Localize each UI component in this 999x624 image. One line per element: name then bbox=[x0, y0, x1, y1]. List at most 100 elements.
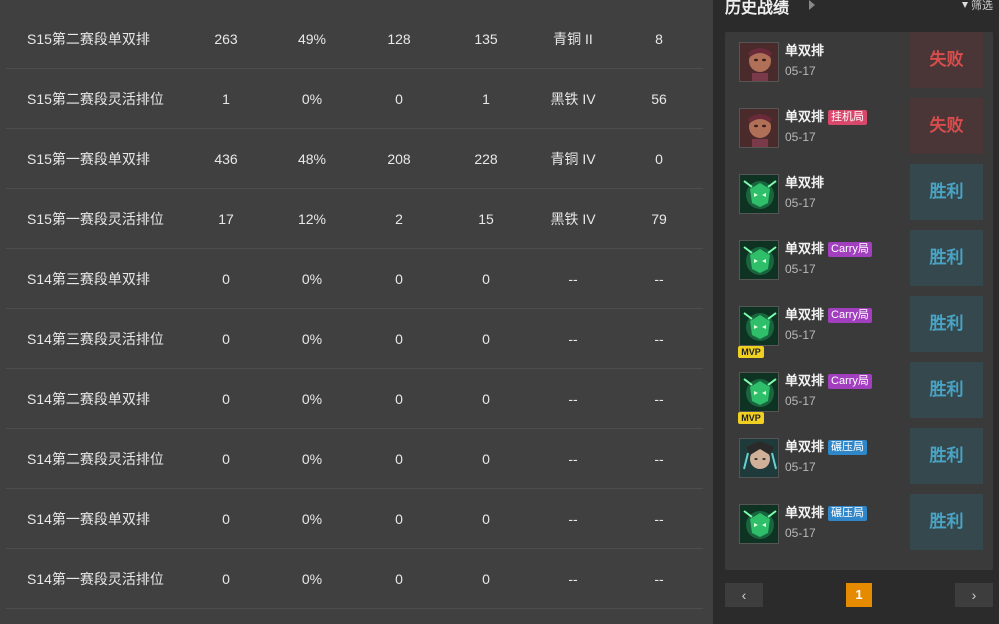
queue-type: 单双排 bbox=[785, 172, 824, 191]
win-rate: 0% bbox=[301, 391, 323, 407]
games-count: 0 bbox=[222, 451, 230, 467]
rank-tier: -- bbox=[568, 271, 578, 287]
match-history-panel: 历史战绩 筛选 单双排 05-17 失败 单双排 挂机局 05-17 失败 单双排 05-17 胜… bbox=[713, 0, 999, 624]
match-item[interactable]: MVP 单双排 Carry局 05-17 胜利 bbox=[725, 288, 993, 358]
season-name: S14第二赛段灵活排位 bbox=[27, 451, 164, 467]
prev-page-button[interactable]: ‹ bbox=[725, 583, 763, 607]
losses-count: 228 bbox=[474, 151, 498, 167]
wins-count: 0 bbox=[395, 571, 403, 587]
elise-icon bbox=[739, 438, 779, 478]
wins-count: 0 bbox=[395, 91, 403, 107]
wins-count: 0 bbox=[395, 451, 403, 467]
season-row[interactable]: S14第三赛段单双排 0 0% 0 0 -- -- bbox=[6, 249, 703, 309]
queue-label: 单双排 bbox=[785, 307, 825, 322]
rank-tier: 黑铁 IV bbox=[550, 91, 596, 107]
queue-type: 单双排 挂机局 bbox=[785, 106, 868, 125]
match-result: 胜利 bbox=[910, 362, 983, 418]
season-row[interactable]: S14第二赛段单双排 0 0% 0 0 -- -- bbox=[6, 369, 703, 429]
match-tag-badge: Carry局 bbox=[828, 308, 872, 323]
season-name: S14第一赛段单双排 bbox=[27, 511, 150, 527]
match-item[interactable]: 单双排 碾压局 05-17 胜利 bbox=[725, 420, 993, 486]
games-count: 1 bbox=[222, 91, 230, 107]
league-points: -- bbox=[654, 571, 664, 587]
match-result: 失败 bbox=[910, 98, 983, 154]
season-row[interactable]: S15第一赛段灵活排位 17 12% 2 15 黑铁 IV 79 bbox=[6, 189, 703, 249]
wins-count: 2 bbox=[395, 211, 403, 227]
match-result: 胜利 bbox=[910, 494, 983, 550]
match-item[interactable]: 单双排 05-17 失败 bbox=[725, 24, 993, 90]
season-name: S14第三赛段单双排 bbox=[27, 271, 150, 287]
filter-button[interactable]: 筛选 bbox=[962, 0, 993, 13]
match-item[interactable]: 单双排 05-17 胜利 bbox=[725, 156, 993, 222]
queue-label: 单双排 bbox=[785, 241, 825, 256]
league-points: 8 bbox=[655, 31, 663, 47]
queue-type: 单双排 Carry局 bbox=[785, 304, 872, 323]
games-count: 17 bbox=[218, 211, 234, 227]
page-number-button[interactable]: 1 bbox=[846, 583, 872, 607]
queue-type: 单双排 Carry局 bbox=[785, 370, 872, 389]
queue-type: 单双排 碾压局 bbox=[785, 502, 868, 521]
season-row[interactable]: S14第一赛段单双排 0 0% 0 0 -- -- bbox=[6, 489, 703, 549]
losses-count: 0 bbox=[482, 571, 490, 587]
rank-tier: 黑铁 IV bbox=[550, 211, 596, 227]
rank-tier: -- bbox=[568, 391, 578, 407]
season-name: S15第二赛段灵活排位 bbox=[27, 91, 164, 107]
win-rate: 0% bbox=[301, 571, 323, 587]
league-points: 56 bbox=[651, 91, 667, 107]
match-item[interactable]: 单双排 挂机局 05-17 失败 bbox=[725, 90, 993, 156]
rank-tier: -- bbox=[568, 571, 578, 587]
filter-label: 筛选 bbox=[971, 0, 993, 12]
match-tag-badge: Carry局 bbox=[828, 374, 872, 389]
wins-count: 208 bbox=[387, 151, 411, 167]
season-row[interactable]: S15第二赛段灵活排位 1 0% 0 1 黑铁 IV 56 bbox=[6, 69, 703, 129]
season-row[interactable]: S14第一赛段灵活排位 0 0% 0 0 -- -- bbox=[6, 549, 703, 609]
season-row[interactable]: S14第二赛段灵活排位 0 0% 0 0 -- -- bbox=[6, 429, 703, 489]
queue-label: 单双排 bbox=[785, 505, 825, 520]
queue-label: 单双排 bbox=[785, 43, 825, 58]
games-count: 0 bbox=[222, 511, 230, 527]
pagination: ‹ 1 › bbox=[725, 583, 993, 607]
games-count: 0 bbox=[222, 391, 230, 407]
win-rate: 49% bbox=[297, 31, 327, 47]
match-tag-badge: Carry局 bbox=[828, 242, 872, 257]
losses-count: 0 bbox=[482, 271, 490, 287]
match-date: 05-17 bbox=[785, 130, 816, 144]
win-rate: 0% bbox=[301, 271, 323, 287]
thresh-icon bbox=[739, 174, 779, 214]
match-tag-badge: 挂机局 bbox=[828, 110, 868, 125]
win-rate: 0% bbox=[301, 511, 323, 527]
win-rate: 0% bbox=[301, 331, 323, 347]
season-row[interactable]: S14第三赛段灵活排位 0 0% 0 0 -- -- bbox=[6, 309, 703, 369]
league-points: 0 bbox=[655, 151, 663, 167]
league-points: -- bbox=[654, 451, 664, 467]
losses-count: 135 bbox=[474, 31, 498, 47]
match-item[interactable]: MVP 单双排 Carry局 05-17 胜利 bbox=[725, 354, 993, 424]
wins-count: 128 bbox=[387, 31, 411, 47]
match-result: 胜利 bbox=[910, 296, 983, 352]
wins-count: 0 bbox=[395, 511, 403, 527]
match-tag-badge: 碾压局 bbox=[828, 440, 868, 455]
thresh-icon bbox=[739, 240, 779, 280]
queue-type: 单双排 碾压局 bbox=[785, 436, 868, 455]
queue-type: 单双排 Carry局 bbox=[785, 238, 872, 257]
match-item[interactable]: 单双排 碾压局 05-17 胜利 bbox=[725, 486, 993, 552]
match-date: 05-17 bbox=[785, 64, 816, 78]
match-result: 胜利 bbox=[910, 164, 983, 220]
rank-tier: -- bbox=[568, 511, 578, 527]
queue-label: 单双排 bbox=[785, 373, 825, 388]
queue-type: 单双排 bbox=[785, 40, 824, 59]
match-item[interactable]: 单双排 Carry局 05-17 胜利 bbox=[725, 222, 993, 288]
wins-count: 0 bbox=[395, 271, 403, 287]
rank-tier: 青铜 II bbox=[553, 31, 593, 47]
match-date: 05-17 bbox=[785, 526, 816, 540]
games-count: 0 bbox=[222, 271, 230, 287]
win-rate: 48% bbox=[297, 151, 327, 167]
win-rate: 0% bbox=[301, 451, 323, 467]
match-date: 05-17 bbox=[785, 328, 816, 342]
season-row[interactable]: S15第一赛段单双排 436 48% 208 228 青铜 IV 0 bbox=[6, 129, 703, 189]
season-row[interactable]: S15第二赛段单双排 263 49% 128 135 青铜 II 8 bbox=[6, 9, 703, 69]
match-date: 05-17 bbox=[785, 196, 816, 210]
queue-label: 单双排 bbox=[785, 109, 825, 124]
title-arrow-icon[interactable] bbox=[809, 0, 815, 10]
next-page-button[interactable]: › bbox=[955, 583, 993, 607]
